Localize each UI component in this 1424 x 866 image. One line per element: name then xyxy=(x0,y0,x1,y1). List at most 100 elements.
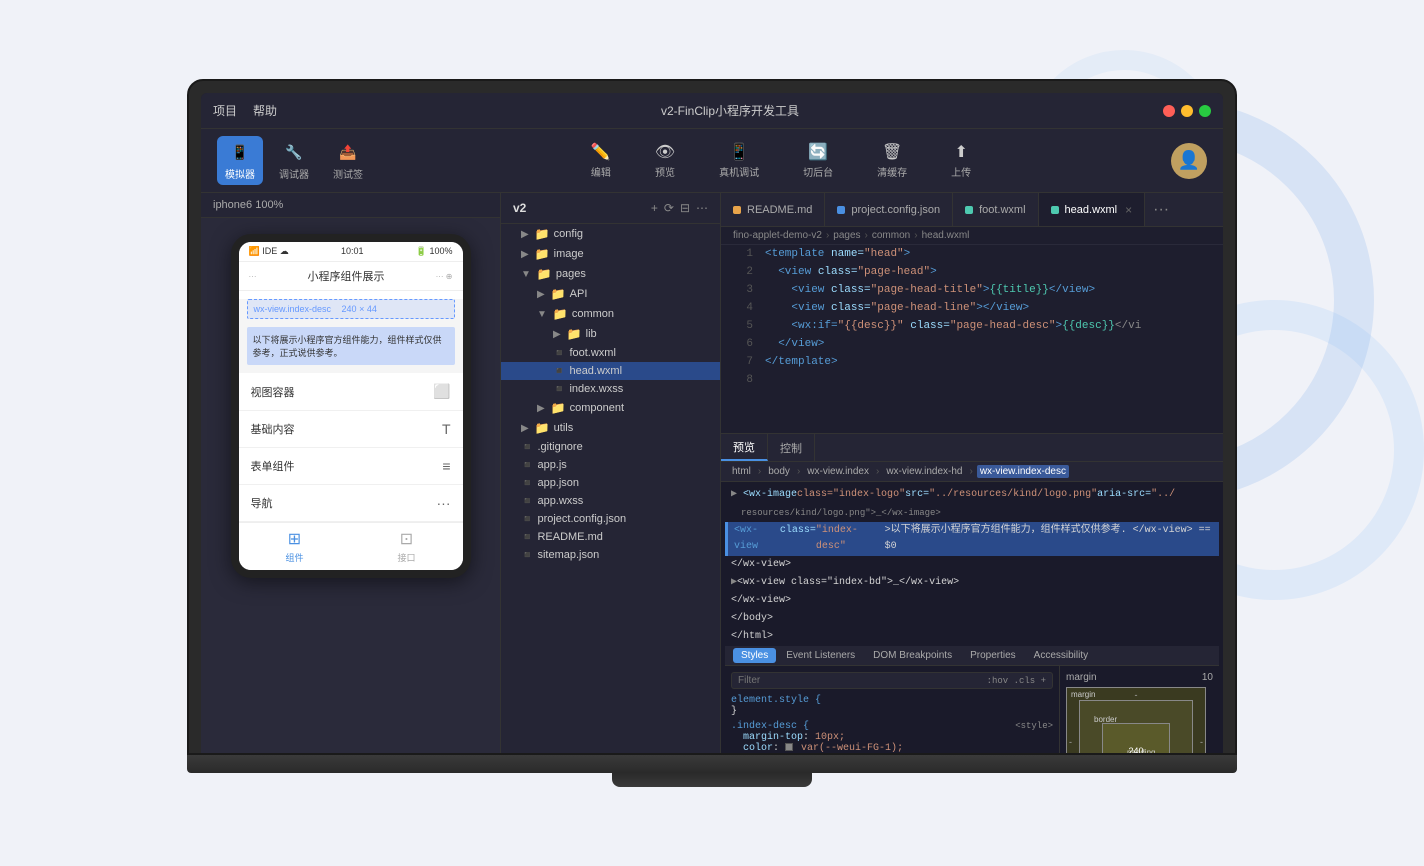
maximize-button[interactable] xyxy=(1199,105,1211,117)
style-closing: } xyxy=(731,706,1053,717)
styles-tab[interactable]: Styles xyxy=(733,648,776,663)
styles-filter-input[interactable] xyxy=(738,675,979,686)
breadcrumb: fino-applet-demo-v2 › pages › common › h… xyxy=(721,227,1223,245)
tree-project-config[interactable]: ◾ project.config.json xyxy=(501,510,720,528)
breadcrumb-root[interactable]: fino-applet-demo-v2 xyxy=(733,230,822,241)
phone-menu-list: 视图容器 ⬜ 基础内容 T 表单组件 xyxy=(239,373,463,522)
tree-item-label: app.js xyxy=(537,459,566,471)
tab-project-config[interactable]: project.config.json xyxy=(825,193,953,227)
tree-common[interactable]: ▼ 📁 common xyxy=(501,304,720,324)
code-content xyxy=(765,371,772,389)
tree-lib[interactable]: ▶ 📁 lib xyxy=(501,324,720,344)
title-bar: 项目 帮助 v2-FinClip小程序开发工具 xyxy=(201,93,1223,129)
lower-tab-preview[interactable]: 预览 xyxy=(721,434,768,461)
edit-label: 编辑 xyxy=(591,164,611,179)
chevron-right-icon: ▶ xyxy=(521,423,529,434)
nav-interface[interactable]: ⊡ 接口 xyxy=(351,529,463,564)
upload-action[interactable]: ⬆ 上传 xyxy=(941,138,981,183)
edit-action[interactable]: ✏️ 编辑 xyxy=(581,138,621,183)
line-number: 1 xyxy=(729,245,753,263)
user-avatar[interactable]: 👤 xyxy=(1171,143,1207,179)
phone-desc-text: 以下将展示小程序官方组件能力，组件样式仅供参考，正式说供参考。 xyxy=(253,335,442,358)
upload-label: 上传 xyxy=(951,164,971,179)
folder-icon: 📁 xyxy=(551,287,566,301)
tree-api[interactable]: ▶ 📁 API xyxy=(501,284,720,304)
nav-component[interactable]: ⊞ 组件 xyxy=(239,529,351,564)
tab-more-button[interactable]: ··· xyxy=(1145,201,1177,219)
menu-project[interactable]: 项目 xyxy=(213,102,237,119)
phone-battery: 🔋 100% xyxy=(416,246,453,257)
elem-wx-view-index-desc[interactable]: wx-view.index-desc xyxy=(977,465,1069,478)
chevron-right-icon: ▶ xyxy=(537,403,545,414)
elem-body[interactable]: body xyxy=(765,465,793,478)
tree-item-label: lib xyxy=(586,328,597,340)
tree-app-json[interactable]: ◾ app.json xyxy=(501,474,720,492)
file-refresh-icon[interactable]: ⟳ xyxy=(664,201,674,215)
tree-readme[interactable]: ◾ README.md xyxy=(501,528,720,546)
line-number: 3 xyxy=(729,281,753,299)
dom-breakpoints-tab[interactable]: DOM Breakpoints xyxy=(865,648,960,663)
line-number: 4 xyxy=(729,299,753,317)
html-line-3[interactable]: <wx-view class="index-desc">以下将展示小程序官方组件… xyxy=(725,522,1219,556)
tab-head-wxml[interactable]: head.wxml × xyxy=(1039,193,1146,227)
tree-sitemap[interactable]: ◾ sitemap.json xyxy=(501,546,720,564)
tree-component[interactable]: ▶ 📁 component xyxy=(501,398,720,418)
phone-menu-item-2[interactable]: 表单组件 ≡ xyxy=(239,448,463,485)
chevron-down-icon: ▼ xyxy=(521,269,531,280)
toolbar-test-btn[interactable]: 📤 测试签 xyxy=(325,136,371,185)
accessibility-tab[interactable]: Accessibility xyxy=(1026,648,1096,663)
preview-action[interactable]: 👁 预览 xyxy=(645,138,685,183)
toolbar-simulator-btn[interactable]: 📱 模拟器 xyxy=(217,136,263,185)
toolbar-debugger-btn[interactable]: 🔧 调试器 xyxy=(271,136,317,185)
real-device-action[interactable]: 📱 真机调试 xyxy=(709,138,769,183)
breadcrumb-file[interactable]: head.wxml xyxy=(922,230,970,241)
tab-icon-head xyxy=(1051,206,1059,214)
elem-wx-view-index[interactable]: wx-view.index xyxy=(804,465,872,478)
menu-item-label-0: 视图容器 xyxy=(251,384,295,400)
prop-val: 10px; xyxy=(815,732,845,743)
phone-menu-item-0[interactable]: 视图容器 ⬜ xyxy=(239,373,463,411)
menu-help[interactable]: 帮助 xyxy=(253,102,277,119)
tree-app-wxss[interactable]: ◾ app.wxss xyxy=(501,492,720,510)
tree-app-js[interactable]: ◾ app.js xyxy=(501,456,720,474)
tree-foot-wxml[interactable]: ◾ foot.wxml xyxy=(501,344,720,362)
box-model-diagram: margin border padding 2 xyxy=(1066,687,1206,753)
event-listeners-tab[interactable]: Event Listeners xyxy=(778,648,863,663)
tree-head-wxml[interactable]: ◾ head.wxml xyxy=(501,362,720,380)
tree-gitignore[interactable]: ◾ .gitignore xyxy=(501,438,720,456)
background-action[interactable]: 🔄 切后台 xyxy=(793,138,843,183)
menu-item-icon-0: ⬜ xyxy=(433,383,450,400)
code-editor[interactable]: 1 <template name="head"> 2 <view class="… xyxy=(721,245,1223,433)
tree-index-wxss[interactable]: ◾ index.wxss xyxy=(501,380,720,398)
tree-image[interactable]: ▶ 📁 image xyxy=(501,244,720,264)
phone-menu-item-1[interactable]: 基础内容 T xyxy=(239,411,463,448)
debugger-label: 调试器 xyxy=(279,166,309,181)
tab-close-icon[interactable]: × xyxy=(1125,203,1132,217)
file-collapse-icon[interactable]: ⊟ xyxy=(680,201,690,215)
elem-html[interactable]: html xyxy=(729,465,754,478)
inspector-lower-tabs: 预览 控制 xyxy=(721,434,1223,462)
tree-config[interactable]: ▶ 📁 config xyxy=(501,224,720,244)
tree-pages[interactable]: ▼ 📁 pages xyxy=(501,264,720,284)
file-more-icon[interactable]: ⋯ xyxy=(696,201,708,215)
breadcrumb-pages[interactable]: pages xyxy=(833,230,860,241)
file-new-icon[interactable]: + xyxy=(651,201,658,215)
elem-wx-view-index-hd[interactable]: wx-view.index-hd xyxy=(883,465,965,478)
main-content: iphone6 100% 📶 IDE ☁ 10:01 🔋 100% xyxy=(201,193,1223,753)
laptop-stand xyxy=(612,773,812,787)
json-file-icon: ◾ xyxy=(521,514,533,525)
phone-menu-item-3[interactable]: 导航 ··· xyxy=(239,485,463,522)
clear-cache-action[interactable]: 🗑 清缓存 xyxy=(867,138,917,183)
phone-status-bar: 📶 IDE ☁ 10:01 🔋 100% xyxy=(239,242,463,262)
properties-tab[interactable]: Properties xyxy=(962,648,1024,663)
minimize-button[interactable] xyxy=(1181,105,1193,117)
close-button[interactable] xyxy=(1163,105,1175,117)
tab-foot-wxml[interactable]: foot.wxml xyxy=(953,193,1038,227)
tree-utils[interactable]: ▶ 📁 utils xyxy=(501,418,720,438)
html-view: ▶ <wx-image class="index-logo" src="../r… xyxy=(721,482,1223,753)
lower-tab-console[interactable]: 控制 xyxy=(768,434,815,461)
breadcrumb-common[interactable]: common xyxy=(872,230,910,241)
clear-cache-label: 清缓存 xyxy=(877,164,907,179)
left-panel: iphone6 100% 📶 IDE ☁ 10:01 🔋 100% xyxy=(201,193,501,753)
tab-readme[interactable]: README.md xyxy=(721,193,825,227)
